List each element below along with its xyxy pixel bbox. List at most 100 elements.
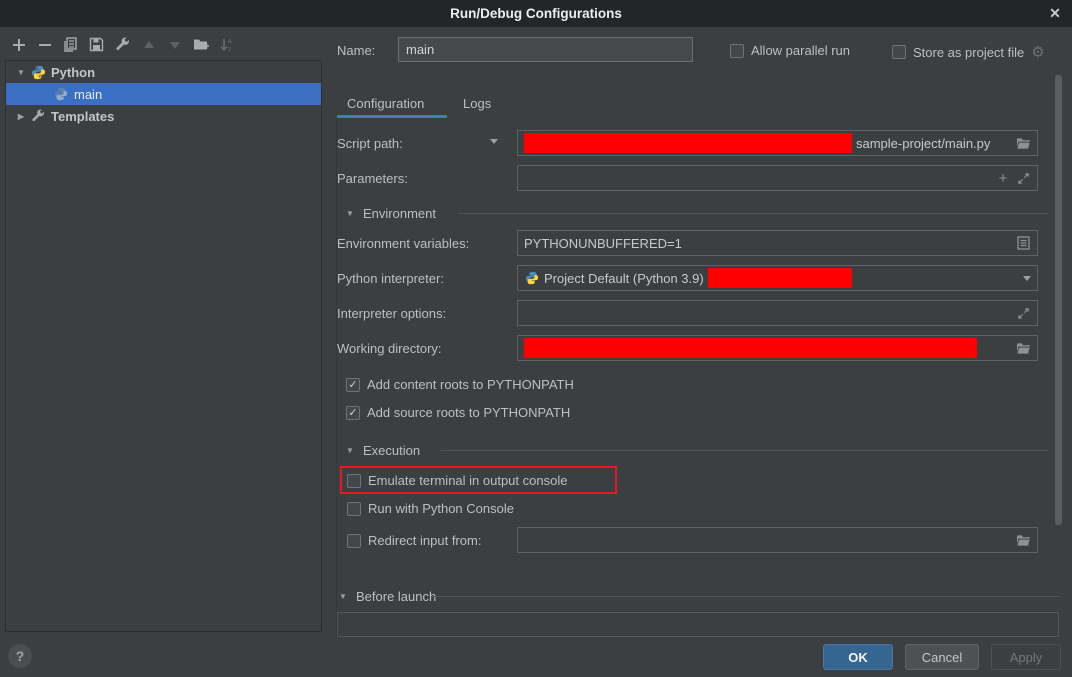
- checkbox-icon[interactable]: [347, 474, 361, 488]
- parameters-label: Parameters:: [337, 171, 408, 186]
- browse-variables-icon[interactable]: [1015, 235, 1031, 251]
- close-icon[interactable]: ✕: [1046, 4, 1064, 22]
- apply-button[interactable]: Apply: [991, 644, 1061, 670]
- dialog-title: Run/Debug Configurations: [450, 6, 622, 21]
- execution-section-header[interactable]: ▼ Execution: [345, 443, 420, 458]
- script-path-value: sample-project/main.py: [856, 136, 990, 151]
- python-icon: [54, 87, 69, 102]
- name-label: Name:: [337, 43, 375, 58]
- section-title: Execution: [363, 443, 420, 458]
- vertical-scrollbar[interactable]: [1055, 75, 1062, 525]
- sort-alphabetically-icon[interactable]: az: [218, 36, 235, 53]
- save-configuration-icon[interactable]: [88, 36, 105, 53]
- script-path-label: Script path:: [337, 136, 403, 151]
- chevron-down-icon[interactable]: ▼: [345, 209, 355, 218]
- checkbox-icon[interactable]: [892, 45, 906, 59]
- run-with-python-console-checkbox[interactable]: Run with Python Console: [347, 501, 514, 516]
- add-configuration-icon[interactable]: [10, 36, 27, 53]
- tree-item-templates[interactable]: ▶ Templates: [6, 105, 321, 127]
- tree-item-label: Python: [51, 65, 95, 80]
- tree-item-python[interactable]: ▼ Python: [6, 61, 321, 83]
- checkbox-checked-icon[interactable]: ✓: [346, 378, 360, 392]
- help-button[interactable]: ?: [8, 644, 32, 668]
- expand-icon[interactable]: [1015, 305, 1031, 321]
- add-source-roots-label: Add source roots to PYTHONPATH: [367, 405, 570, 420]
- ok-button[interactable]: OK: [823, 644, 893, 670]
- move-up-icon[interactable]: [140, 36, 157, 53]
- name-input[interactable]: [398, 37, 693, 62]
- redaction-block: [524, 338, 977, 358]
- environment-variables-value: PYTHONUNBUFFERED=1: [524, 236, 682, 251]
- tree-item-main[interactable]: main: [6, 83, 321, 105]
- section-divider: [432, 596, 1060, 597]
- tab-logs[interactable]: Logs: [463, 96, 491, 111]
- configurations-tree-panel: ▼ Python main ▶ Templates: [5, 60, 322, 632]
- script-path-dropdown-icon[interactable]: [490, 139, 498, 144]
- redirect-input-checkbox[interactable]: Redirect input from:: [347, 533, 481, 548]
- python-interpreter-value: Project Default (Python 3.9): [544, 271, 704, 286]
- add-content-roots-label: Add content roots to PYTHONPATH: [367, 377, 574, 392]
- redirect-input-field[interactable]: [517, 527, 1038, 553]
- expand-icon[interactable]: [1015, 170, 1031, 186]
- environment-section-header[interactable]: ▼ Environment: [345, 206, 436, 221]
- parameters-field[interactable]: +: [517, 165, 1038, 191]
- script-path-field[interactable]: sample-project/main.py: [517, 130, 1038, 156]
- python-interpreter-field[interactable]: Project Default (Python 3.9): [517, 265, 1038, 291]
- checkbox-checked-icon[interactable]: ✓: [346, 406, 360, 420]
- folder-icon[interactable]: [1015, 135, 1031, 151]
- content-left-edge: [336, 120, 337, 637]
- copy-configuration-icon[interactable]: [62, 36, 79, 53]
- store-as-project-file-checkbox[interactable]: Store as project file ⚙: [892, 43, 1045, 61]
- add-icon[interactable]: +: [995, 170, 1011, 186]
- svg-text:z: z: [228, 46, 231, 52]
- section-divider: [441, 450, 1048, 451]
- allow-parallel-run-checkbox[interactable]: Allow parallel run: [730, 43, 850, 58]
- svg-text:a: a: [228, 38, 232, 45]
- tree-item-label: main: [74, 87, 102, 102]
- folder-icon[interactable]: [1015, 340, 1031, 356]
- move-down-icon[interactable]: [166, 36, 183, 53]
- add-content-roots-checkbox[interactable]: ✓ Add content roots to PYTHONPATH: [346, 377, 574, 392]
- python-icon: [31, 65, 46, 80]
- interpreter-options-label: Interpreter options:: [337, 306, 446, 321]
- section-divider: [458, 213, 1048, 214]
- tab-configuration[interactable]: Configuration: [347, 96, 424, 111]
- active-tab-underline: [337, 115, 447, 118]
- cancel-button[interactable]: Cancel: [905, 644, 979, 670]
- redirect-input-label: Redirect input from:: [368, 533, 481, 548]
- python-interpreter-label: Python interpreter:: [337, 271, 444, 286]
- working-directory-field[interactable]: [517, 335, 1038, 361]
- checkbox-icon[interactable]: [730, 44, 744, 58]
- gear-icon[interactable]: ⚙: [1031, 43, 1044, 61]
- section-title: Environment: [363, 206, 436, 221]
- environment-variables-label: Environment variables:: [337, 236, 469, 251]
- folder-icon[interactable]: [1015, 532, 1031, 548]
- tree-item-label: Templates: [51, 109, 114, 124]
- before-launch-task-list[interactable]: [337, 612, 1059, 637]
- add-source-roots-checkbox[interactable]: ✓ Add source roots to PYTHONPATH: [346, 405, 570, 420]
- chevron-right-icon[interactable]: ▶: [16, 112, 26, 121]
- working-directory-label: Working directory:: [337, 341, 442, 356]
- remove-configuration-icon[interactable]: [36, 36, 53, 53]
- edit-templates-wrench-icon[interactable]: [114, 36, 131, 53]
- checkbox-icon[interactable]: [347, 502, 361, 516]
- chevron-down-icon[interactable]: ▼: [345, 446, 355, 455]
- store-as-project-file-label: Store as project file: [913, 45, 1024, 60]
- chevron-down-icon[interactable]: ▼: [16, 68, 26, 77]
- redaction-block: [708, 268, 852, 288]
- dropdown-icon[interactable]: [1023, 276, 1031, 281]
- chevron-down-icon[interactable]: ▼: [338, 592, 348, 601]
- configurations-toolbar: az: [10, 36, 235, 53]
- environment-variables-field[interactable]: PYTHONUNBUFFERED=1: [517, 230, 1038, 256]
- section-title: Before launch: [356, 589, 436, 604]
- checkbox-icon[interactable]: [347, 534, 361, 548]
- wrench-icon: [31, 109, 46, 124]
- redaction-block: [524, 133, 852, 153]
- run-with-python-console-label: Run with Python Console: [368, 501, 514, 516]
- before-launch-section-header[interactable]: ▼ Before launch: [338, 589, 436, 604]
- emulate-terminal-label: Emulate terminal in output console: [368, 473, 567, 488]
- allow-parallel-run-label: Allow parallel run: [751, 43, 850, 58]
- emulate-terminal-checkbox[interactable]: Emulate terminal in output console: [347, 473, 567, 488]
- new-folder-icon[interactable]: [192, 36, 209, 53]
- interpreter-options-field[interactable]: [517, 300, 1038, 326]
